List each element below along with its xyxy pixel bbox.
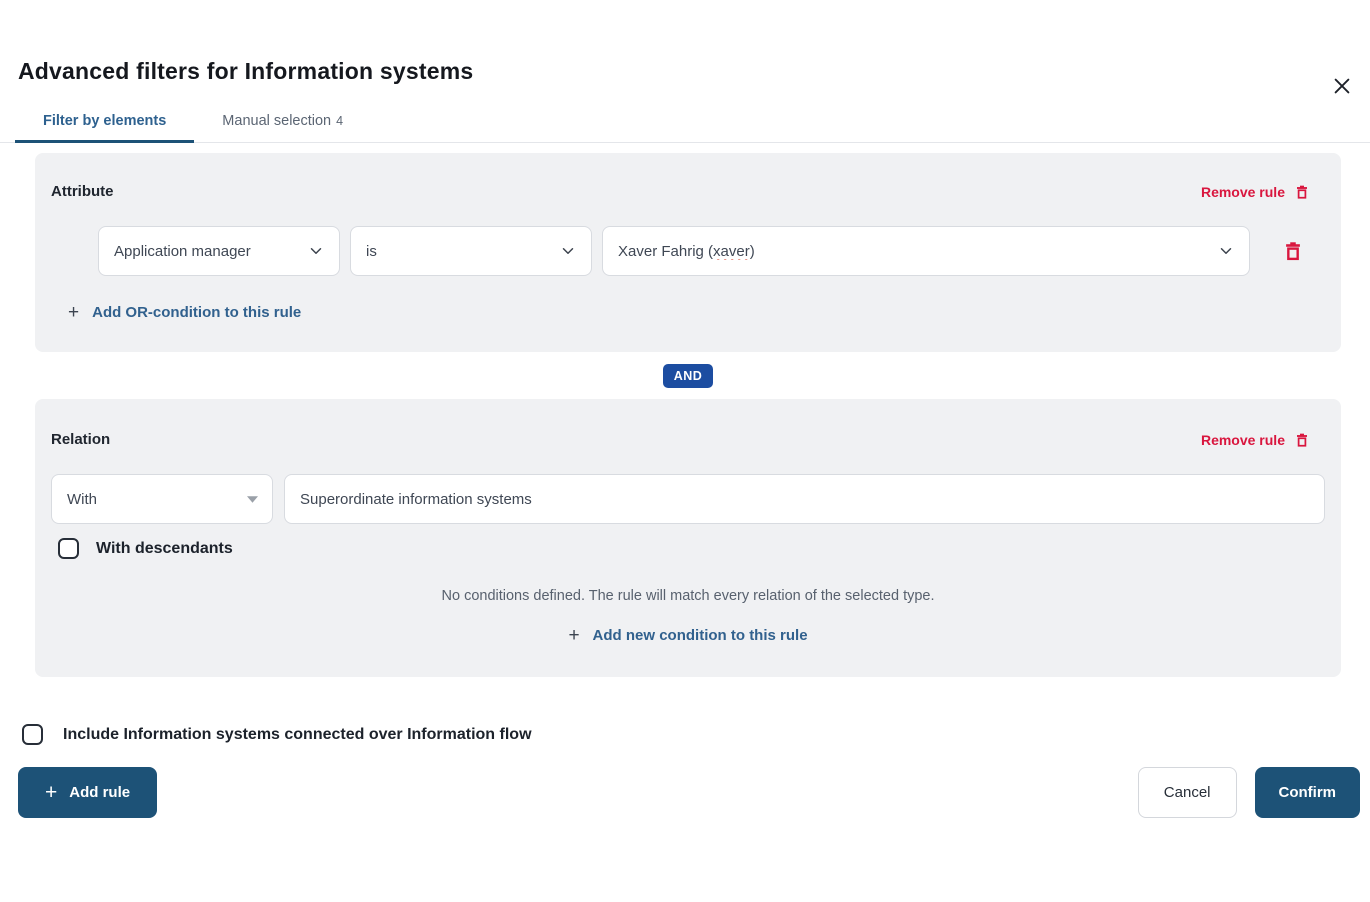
include-information-flow-checkbox[interactable] [22,724,43,745]
rule-card-attribute: Attribute Remove rule Application manage… [35,153,1341,352]
relation-direction-value: With [67,491,97,508]
rules-area: Attribute Remove rule Application manage… [0,153,1370,677]
caret-down-icon [247,496,258,503]
rule-card-header: Relation Remove rule [51,399,1325,448]
value-select-value: Xaver Fahrig (xaver) [618,243,755,260]
rule-card-header: Attribute Remove rule [51,153,1325,200]
add-condition-row: + Add new condition to this rule [51,604,1325,677]
relation-row: With Superordinate information systems [51,474,1325,524]
tab-label: Filter by elements [43,113,166,129]
remove-rule-button[interactable]: Remove rule [1201,184,1325,200]
add-rule-button[interactable]: + Add rule [18,767,157,818]
operator-row: AND [35,352,1341,399]
add-new-condition-label: Add new condition to this rule [593,627,808,644]
chevron-down-icon [559,242,577,260]
misspelled-word: xaver [713,243,750,260]
dialog-title: Advanced filters for Information systems [18,58,1370,85]
with-descendants-row: With descendants [58,538,1325,559]
confirm-label: Confirm [1279,784,1337,801]
relation-type-input[interactable]: Superordinate information systems [284,474,1325,524]
tab-manual-selection[interactable]: Manual selection 4 [194,113,371,142]
dialog-footer: Include Information systems connected ov… [0,724,1370,818]
rule-type-label: Attribute [51,183,114,200]
with-descendants-checkbox[interactable] [58,538,79,559]
trash-icon [1282,240,1304,262]
and-operator-badge: AND [663,364,714,388]
relation-direction-select[interactable]: With [51,474,273,524]
rule-card-relation: Relation Remove rule With Superordinate … [35,399,1341,677]
add-or-condition-label: Add OR-condition to this rule [92,304,301,321]
remove-rule-button[interactable]: Remove rule [1201,432,1325,448]
attribute-select[interactable]: Application manager [98,226,340,276]
cancel-label: Cancel [1164,784,1211,801]
include-information-flow-row: Include Information systems connected ov… [22,724,1360,745]
include-information-flow-label: Include Information systems connected ov… [63,726,532,744]
with-descendants-label: With descendants [96,540,233,558]
tab-count-badge: 4 [336,114,343,128]
add-new-condition-link[interactable]: + Add new condition to this rule [568,626,807,645]
tab-bar: Filter by elements Manual selection 4 [0,113,1370,143]
relation-type-value: Superordinate information systems [300,491,532,508]
close-button[interactable] [1328,72,1356,100]
add-rule-label: Add rule [69,784,130,801]
operator-select-value: is [366,243,377,260]
tab-filter-by-elements[interactable]: Filter by elements [15,113,194,143]
trash-icon [1294,184,1310,200]
remove-rule-label: Remove rule [1201,184,1285,200]
chevron-down-icon [307,242,325,260]
condition-row: Application manager is Xaver Fahrig (xav… [98,226,1325,276]
trash-icon [1294,432,1310,448]
operator-select[interactable]: is [350,226,592,276]
confirm-button[interactable]: Confirm [1255,767,1361,818]
chevron-down-icon [1217,242,1235,260]
cancel-button[interactable]: Cancel [1138,767,1237,818]
delete-condition-button[interactable] [1282,240,1304,262]
rule-type-label: Relation [51,431,110,448]
add-or-condition-link[interactable]: + Add OR-condition to this rule [68,303,301,322]
no-conditions-message: No conditions defined. The rule will mat… [51,588,1325,604]
tab-label: Manual selection [222,113,331,129]
attribute-select-value: Application manager [114,243,251,260]
value-select[interactable]: Xaver Fahrig (xaver) [602,226,1250,276]
remove-rule-label: Remove rule [1201,432,1285,448]
plus-icon: + [568,626,579,645]
close-icon [1331,75,1353,97]
footer-actions: + Add rule Cancel Confirm [22,767,1360,818]
plus-icon: + [45,782,57,803]
plus-icon: + [68,303,79,322]
